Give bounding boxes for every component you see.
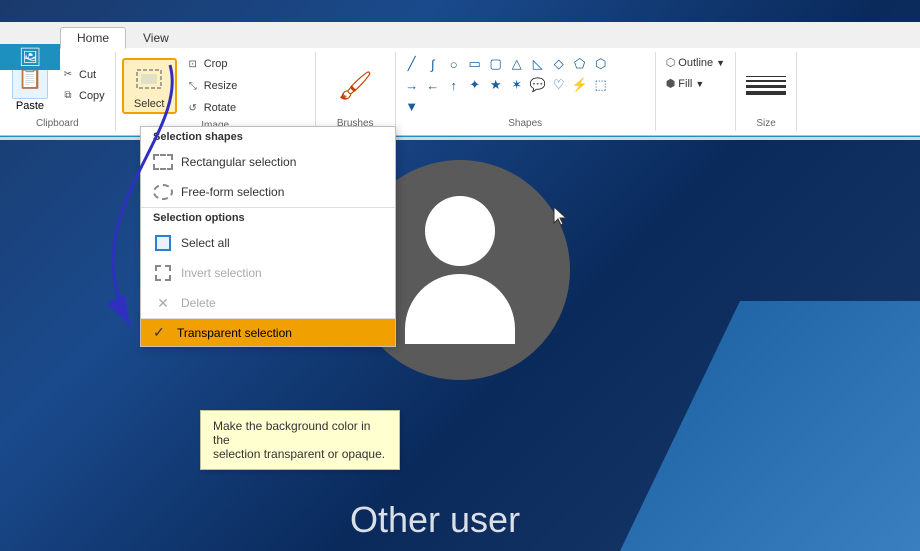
fill-button[interactable]: ⬢ Fill ▼ (662, 75, 709, 92)
app-icon: 🖼 (19, 47, 42, 68)
shape-callout[interactable]: 💬 (528, 75, 548, 95)
outline-icon: ⬡ (666, 56, 676, 69)
size-label: Size (756, 116, 775, 129)
outline-chevron: ▼ (716, 58, 725, 68)
size-lines (742, 72, 790, 99)
size-line-1[interactable] (746, 76, 786, 77)
shape-star4[interactable]: ✦ (465, 75, 485, 95)
shape-oval[interactable]: ○ (444, 54, 464, 74)
paste-label: Paste (16, 100, 44, 112)
avatar-body (405, 274, 515, 344)
shape-heart[interactable]: ♡ (549, 75, 569, 95)
fill-chevron: ▼ (695, 79, 704, 89)
shape-scroll[interactable]: ⬚ (591, 75, 611, 95)
shape-right-triangle[interactable]: ◺ (528, 54, 548, 74)
shape-diamond[interactable]: ◇ (549, 54, 569, 74)
brushes-group: 🖌 Brushes (316, 52, 396, 131)
invert-label: Invert selection (181, 266, 262, 280)
crop-label: Crop (204, 58, 228, 70)
shape-rect[interactable]: ▭ (465, 54, 485, 74)
shapes-group-inner: ╱ ∫ ○ ▭ ▢ △ ◺ ◇ ⬠ ⬡ → ← ↑ ✦ ★ ✶ 💬 (402, 54, 649, 129)
shape-star6[interactable]: ✶ (507, 75, 527, 95)
fill-label: Fill (678, 78, 692, 90)
rectangular-label: Rectangular selection (181, 155, 296, 169)
fill-icon: ⬢ (666, 77, 676, 90)
brushes-icon[interactable]: 🖌 (333, 60, 377, 110)
shape-triangle[interactable]: △ (507, 54, 527, 74)
shape-roundrect[interactable]: ▢ (486, 54, 506, 74)
tab-bar: Home View (0, 22, 920, 48)
size-line-2[interactable] (746, 80, 786, 82)
outline-fill-content: ⬡ Outline ▼ ⬢ Fill ▼ (662, 54, 729, 127)
tooltip-text-line1: Make the background color in the (213, 419, 370, 447)
shape-left-arrow[interactable]: ← (423, 75, 443, 95)
outline-fill-group: ⬡ Outline ▼ ⬢ Fill ▼ (656, 52, 736, 131)
rotate-label: Rotate (204, 102, 236, 114)
other-user-text: Other user (350, 499, 520, 541)
cursor (552, 205, 568, 230)
transparent-label: Transparent selection (177, 326, 292, 340)
outline-label: Outline (678, 57, 713, 69)
tab-home[interactable]: Home (60, 27, 126, 49)
annotation-arrow (50, 55, 190, 358)
size-group: Size (736, 52, 797, 131)
shape-star5[interactable]: ★ (486, 75, 506, 95)
shape-line[interactable]: ╱ (402, 54, 422, 74)
brushes-group-content: 🖌 (333, 54, 377, 116)
shape-pentagon[interactable]: ⬠ (570, 54, 590, 74)
freeform-label: Free-form selection (181, 185, 284, 199)
shape-up-arrow[interactable]: ↑ (444, 75, 464, 95)
tooltip-text-line2: selection transparent or opaque. (213, 447, 385, 461)
shape-more[interactable]: ▼ (402, 96, 422, 116)
shape-hexagon[interactable]: ⬡ (591, 54, 611, 74)
shape-right-arrow[interactable]: → (402, 75, 422, 95)
size-group-content (742, 54, 790, 116)
tooltip: Make the background color in the selecti… (200, 410, 400, 470)
shape-curve[interactable]: ∫ (423, 54, 443, 74)
shape-lightning[interactable]: ⚡ (570, 75, 590, 95)
size-line-4[interactable] (746, 91, 786, 95)
resize-label: Resize (204, 80, 238, 92)
shapes-label: Shapes (402, 116, 649, 129)
outline-button[interactable]: ⬡ Outline ▼ (662, 54, 729, 71)
avatar-head (425, 196, 495, 266)
tab-view[interactable]: View (126, 26, 186, 48)
shapes-grid: ╱ ∫ ○ ▭ ▢ △ ◺ ◇ ⬠ ⬡ → ← ↑ ✦ ★ ✶ 💬 (402, 54, 622, 116)
shapes-group: ╱ ∫ ○ ▭ ▢ △ ◺ ◇ ⬠ ⬡ → ← ↑ ✦ ★ ✶ 💬 (396, 52, 656, 131)
size-line-3[interactable] (746, 85, 786, 88)
